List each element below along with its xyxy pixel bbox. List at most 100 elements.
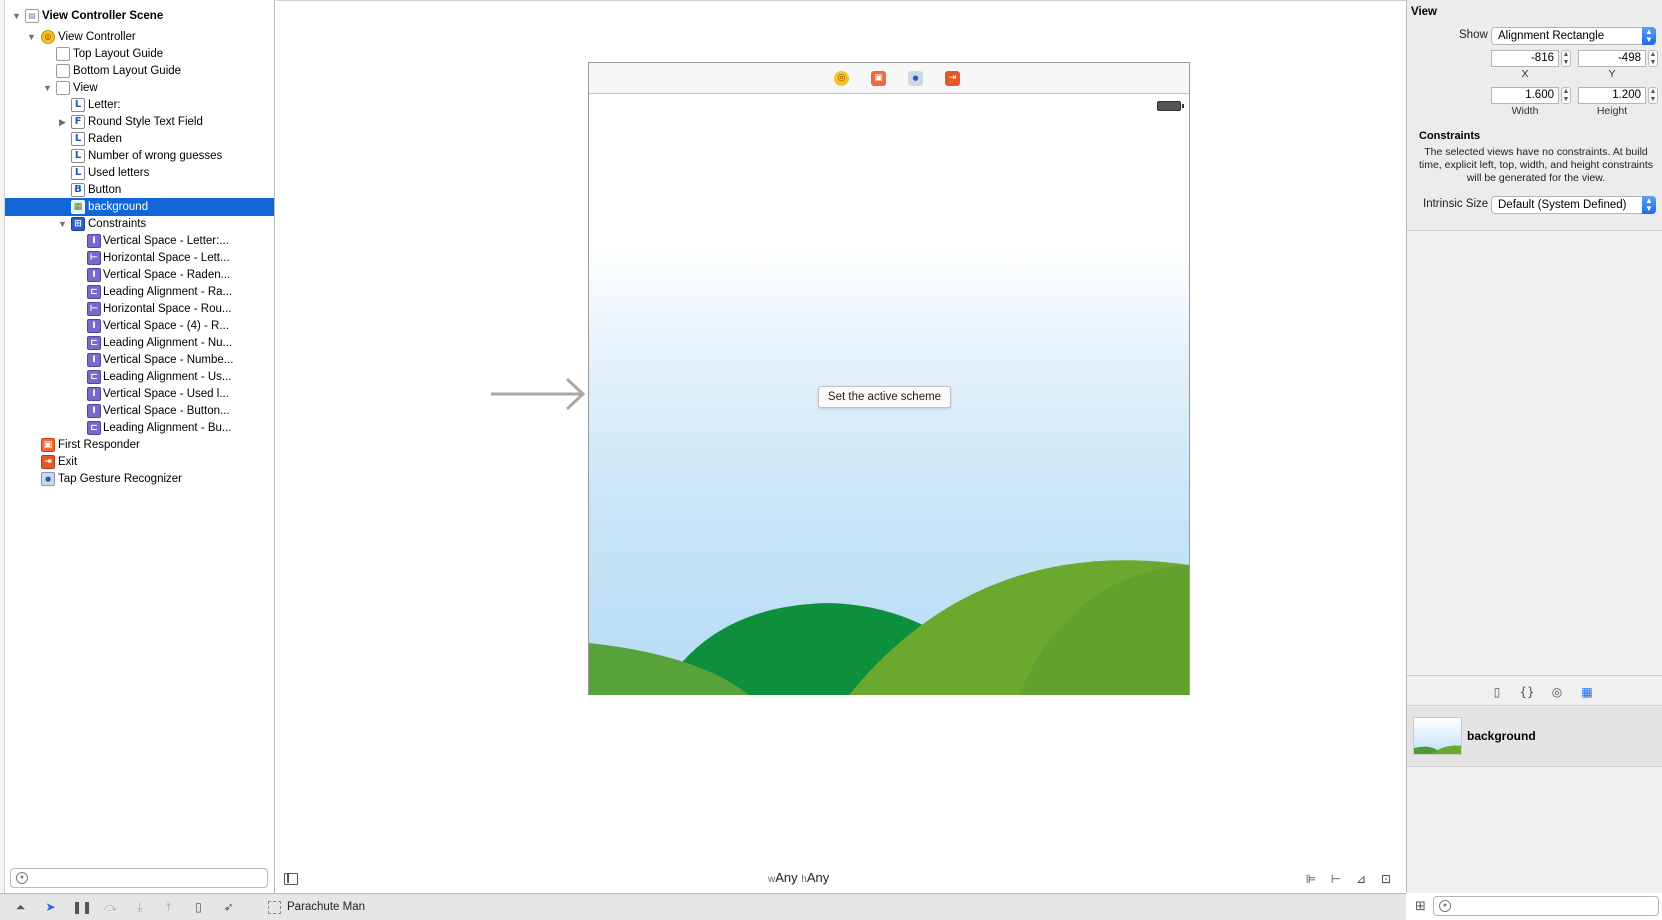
simulate-location-icon[interactable]: ➶ (220, 899, 237, 916)
disclosure-open-icon[interactable]: ▼ (26, 28, 37, 46)
width-stepper-icon[interactable]: ▲ ▼ (1561, 87, 1571, 104)
resizing-behavior-icon[interactable]: ⊡ (1378, 872, 1394, 886)
layout-guide-icon (56, 64, 70, 78)
outline-row-label-letter[interactable]: L Letter: (5, 96, 274, 114)
outline-row-constraint[interactable]: ⊏ Leading Alignment - Nu... (5, 334, 274, 352)
storyboard-canvas[interactable]: ◎ ▣ ● ⇥ Set the active scheme wAny hAny … (276, 0, 1406, 893)
outline-row-first-responder[interactable]: ▣ First Responder (5, 436, 274, 454)
background-image-view[interactable]: Set the active scheme (589, 95, 1189, 695)
show-label: Show (1459, 29, 1488, 41)
disclosure-open-icon[interactable]: ▼ (57, 215, 68, 233)
outline-row-text-field[interactable]: ▶ F Round Style Text Field (5, 113, 274, 131)
popup-arrows-icon: ▲ ▼ (1642, 196, 1656, 214)
first-responder-icon[interactable]: ▣ (871, 71, 886, 86)
view-hierarchy-icon[interactable]: ▯ (190, 899, 207, 916)
inspector-view-section: View Show Alignment Rectangle ▲ ▼ -816 ▲ ▼… (1407, 0, 1662, 230)
filter-icon: ● (16, 872, 28, 884)
outline-row-view-controller[interactable]: ▼ ◎ View Controller (5, 28, 274, 46)
align-icon[interactable]: ⊫ (1303, 872, 1319, 886)
thumbnail-hills (1414, 745, 1461, 754)
size-class-toggle[interactable]: wAny hAny (768, 870, 829, 885)
height-stepper-icon[interactable]: ▲ ▼ (1648, 87, 1658, 104)
exit-icon[interactable]: ⇥ (945, 71, 960, 86)
x-stepper-icon[interactable]: ▲ ▼ (1561, 50, 1571, 67)
outline-row-top-layout-guide[interactable]: Top Layout Guide (5, 45, 274, 63)
popup-arrows-icon: ▲ ▼ (1642, 27, 1656, 45)
outline-row-scene[interactable]: ▼ ▤ View Controller Scene (5, 7, 274, 25)
layout-guide-icon (56, 47, 70, 61)
outline-row-constraint[interactable]: ⊢ Horizontal Space - Lett... (5, 249, 274, 267)
outline-row-exit[interactable]: ⇥ Exit (5, 453, 274, 471)
show-popup[interactable]: Alignment Rectangle ▲ ▼ (1491, 27, 1656, 45)
outline-row-tap-gesture[interactable]: ● Tap Gesture Recognizer (5, 470, 274, 488)
outline-row-constraint[interactable]: I Vertical Space - (4) - R... (5, 317, 274, 335)
media-library-icon[interactable]: ▦ (1579, 684, 1595, 700)
outline-row-constraint[interactable]: I Vertical Space - Used l... (5, 385, 274, 403)
outline-row-constraint[interactable]: ⊢ Horizontal Space - Rou... (5, 300, 274, 318)
grid-view-icon[interactable]: ⊞ (1415, 899, 1426, 914)
pin-icon[interactable]: ⊢ (1328, 872, 1344, 886)
object-library-icon[interactable]: ◎ (1549, 684, 1565, 700)
size-inspector: View Show Alignment Rectangle ▲ ▼ -816 ▲ ▼… (1406, 0, 1662, 916)
view-controller-icon[interactable]: ◎ (834, 71, 849, 86)
outline-label: Number of wrong guesses (88, 150, 223, 162)
code-snippet-library-icon[interactable]: {} (1519, 684, 1535, 700)
outline-row-background-selected[interactable]: ▦ background (5, 198, 274, 216)
outline-label: Bottom Layout Guide (73, 65, 182, 77)
divider (1407, 230, 1662, 231)
x-label: X (1521, 68, 1529, 80)
file-template-library-icon[interactable]: ▯ (1489, 684, 1505, 700)
breakpoints-toggle-icon[interactable]: ➤ (42, 899, 59, 916)
y-field[interactable]: -498 (1578, 50, 1646, 67)
outline-row-constraints[interactable]: ▼ ⊞ Constraints (5, 215, 274, 233)
outline-filter-field[interactable]: ● (10, 868, 268, 888)
outline-row-constraint[interactable]: I Vertical Space - Letter:... (5, 232, 274, 250)
outline-row-constraint[interactable]: ⊏ Leading Alignment - Bu... (5, 419, 274, 437)
step-over-icon[interactable]: ⤼ (102, 899, 119, 916)
outline-label: Vertical Space - Used l... (103, 388, 229, 400)
library-item[interactable]: background (1407, 707, 1662, 767)
outline-row-constraint[interactable]: ⊏ Leading Alignment - Ra... (5, 283, 274, 301)
outline-label: View Controller (58, 31, 136, 43)
step-into-icon[interactable]: ⤓ (131, 899, 148, 916)
height-field[interactable]: 1.200 (1578, 87, 1646, 104)
outline-row-bottom-layout-guide[interactable]: Bottom Layout Guide (5, 62, 274, 80)
resolve-issues-icon[interactable]: ⊿ (1353, 872, 1369, 886)
scheme-name[interactable]: Parachute Man (287, 901, 365, 913)
disclosure-closed-icon[interactable]: ▶ (57, 113, 68, 131)
library-filter-field[interactable]: ● (1433, 896, 1659, 916)
outline-row-button[interactable]: B Button (5, 181, 274, 199)
outline-row-label-used-letters[interactable]: L Used letters (5, 164, 274, 182)
alignment-constraint-icon: ⊏ (87, 336, 101, 350)
y-label: Y (1608, 68, 1616, 80)
pause-icon[interactable]: ❚❚ (72, 899, 92, 916)
toggle-outline-icon[interactable] (284, 873, 298, 885)
hide-debug-area-icon[interactable]: ⏶ (12, 899, 29, 916)
view-controller-scene[interactable]: ◎ ▣ ● ⇥ Set the active scheme (588, 62, 1190, 695)
outline-label: Leading Alignment - Nu... (103, 337, 233, 349)
outline-label: Vertical Space - (4) - R... (103, 320, 229, 332)
constraints-section-title: Constraints (1419, 130, 1481, 142)
outline-row-constraint[interactable]: I Vertical Space - Button... (5, 402, 274, 420)
filter-icon: ● (1439, 900, 1451, 912)
tap-gesture-icon[interactable]: ● (908, 71, 923, 86)
outline-row-label-raden[interactable]: L Raden (5, 130, 274, 148)
outline-label: Button (88, 184, 122, 196)
outline-label: View (73, 82, 98, 94)
vertical-constraint-icon: I (87, 404, 101, 418)
outline-row-constraint[interactable]: ⊏ Leading Alignment - Us... (5, 368, 274, 386)
intrinsic-size-popup[interactable]: Default (System Defined) ▲ ▼ (1491, 196, 1656, 214)
disclosure-open-icon[interactable]: ▼ (11, 7, 22, 25)
outline-row-view[interactable]: ▼ View (5, 79, 274, 97)
outline-row-label-wrong-guesses[interactable]: L Number of wrong guesses (5, 147, 274, 165)
button-icon: B (71, 183, 85, 197)
disclosure-open-icon[interactable]: ▼ (42, 79, 53, 97)
x-field[interactable]: -816 (1491, 50, 1559, 67)
width-field[interactable]: 1.600 (1491, 87, 1559, 104)
outline-row-constraint[interactable]: I Vertical Space - Raden... (5, 266, 274, 284)
outline-row-constraint[interactable]: I Vertical Space - Numbe... (5, 351, 274, 369)
step-out-icon[interactable]: ⤒ (160, 899, 177, 916)
set-active-scheme-button[interactable]: Set the active scheme (818, 386, 951, 408)
y-stepper-icon[interactable]: ▲ ▼ (1648, 50, 1658, 67)
outline-label: Round Style Text Field (88, 116, 203, 128)
